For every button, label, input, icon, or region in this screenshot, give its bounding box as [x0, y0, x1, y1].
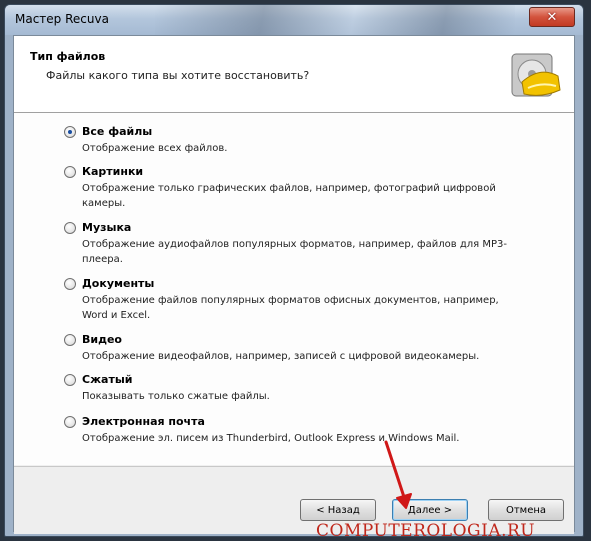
- option-label: Документы: [82, 277, 155, 290]
- page-title: Тип файлов: [30, 50, 106, 63]
- option-label: Картинки: [82, 165, 144, 178]
- option-label: Видео: [82, 333, 122, 346]
- radio-all-files[interactable]: [64, 126, 76, 138]
- option-label: Все файлы: [82, 125, 153, 138]
- radio-documents[interactable]: [64, 278, 76, 290]
- radio-email[interactable]: [64, 416, 76, 428]
- radio-pictures[interactable]: [64, 166, 76, 178]
- option-label: Электронная почта: [82, 415, 205, 428]
- option-description: Отображение файлов популярных форматов о…: [82, 295, 499, 321]
- recuva-wizard-window: Мастер Recuva ✕ Тип файлов Файлы какого …: [4, 4, 584, 537]
- option-description: Показывать только сжатые файлы.: [82, 391, 270, 402]
- cancel-button[interactable]: Отмена: [488, 499, 564, 521]
- back-button[interactable]: < Назад: [300, 499, 376, 521]
- wizard-client-area: Тип файлов Файлы какого типа вы хотите в…: [13, 35, 575, 534]
- option-description: Отображение только графических файлов, н…: [82, 183, 496, 209]
- file-type-options: Все файлы Отображение всех файлов. Карти…: [14, 113, 574, 465]
- title-bar-glare: [155, 5, 515, 35]
- radio-video[interactable]: [64, 334, 76, 346]
- close-icon: ✕: [546, 9, 558, 25]
- recuva-helmet-drive-icon: [511, 53, 561, 97]
- option-description: Отображение аудиофайлов популярных форма…: [82, 239, 507, 265]
- option-label: Сжатый: [82, 373, 133, 386]
- option-description: Отображение эл. писем из Thunderbird, Ou…: [82, 433, 460, 444]
- watermark-text: COMPUTEROLOGIA.RU: [316, 521, 536, 541]
- close-button[interactable]: ✕: [529, 7, 575, 27]
- radio-compressed[interactable]: [64, 374, 76, 386]
- option-description: Отображение всех файлов.: [82, 143, 228, 154]
- option-label: Музыка: [82, 221, 132, 234]
- wizard-header: Тип файлов Файлы какого типа вы хотите в…: [14, 36, 574, 113]
- window-title: Мастер Recuva: [15, 12, 109, 26]
- title-bar[interactable]: Мастер Recuva ✕: [5, 5, 583, 35]
- option-description: Отображение видеофайлов, например, запис…: [82, 351, 480, 362]
- page-subtitle: Файлы какого типа вы хотите восстановить…: [46, 69, 310, 82]
- next-button[interactable]: Далее >: [392, 499, 468, 521]
- radio-music[interactable]: [64, 222, 76, 234]
